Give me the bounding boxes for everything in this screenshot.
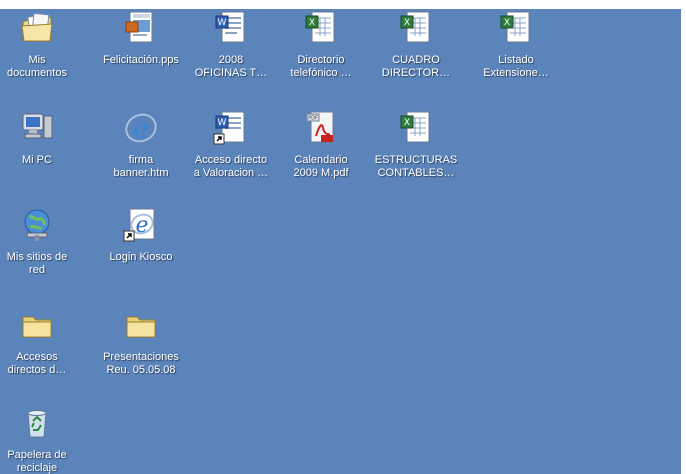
desktop-icon-listado[interactable]: X Listado Extensione… — [472, 8, 560, 80]
svg-text:X: X — [309, 18, 315, 28]
desktop-icon-mis-documentos[interactable]: Mis documentos — [0, 8, 81, 80]
desktop-icon-presentaciones[interactable]: Presentaciones Reu. 05.05.08 — [97, 305, 185, 377]
desktop-icon-directorio[interactable]: X Directorio telefónico … — [277, 8, 365, 80]
desktop[interactable]: Mis documentos Felicitación.pps W 2008 O… — [0, 0, 686, 474]
desktop-icon-cuadro-director[interactable]: X CUADRO DIRECTOR… — [372, 8, 460, 80]
my-documents-icon — [21, 12, 53, 42]
icon-label: Acceso directo a Valoracion … — [193, 154, 269, 179]
icon-label: Login Kiosco — [109, 251, 173, 263]
desktop-icon-felicitacion[interactable]: Felicitación.pps — [97, 8, 185, 67]
desktop-icon-estructuras[interactable]: X ESTRUCTURAS CONTABLES… — [372, 108, 460, 180]
excel-file-icon: X — [305, 11, 335, 43]
recycle-bin-icon — [27, 410, 47, 438]
icon-label: ESTRUCTURAS CONTABLES… — [374, 154, 458, 179]
svg-text:W: W — [218, 18, 227, 28]
icon-label: Mis sitios de red — [6, 251, 68, 276]
svg-text:X: X — [404, 18, 410, 28]
svg-text:PDF: PDF — [308, 116, 318, 122]
svg-text:X: X — [404, 118, 410, 128]
svg-text:W: W — [218, 118, 227, 128]
desktop-icon-oficinas[interactable]: W 2008 OFICINAS T… — [187, 8, 275, 80]
desktop-icon-papelera[interactable]: Papelera de reciclaje — [0, 403, 81, 474]
excel-file-icon: X — [500, 11, 530, 43]
desktop-icon-acceso-valoracion[interactable]: W Acceso directo a Valoracion … — [187, 108, 275, 180]
ie-shortcut-icon: e — [123, 208, 155, 242]
powerpoint-file-icon — [125, 11, 153, 43]
icon-label: Felicitación.pps — [103, 54, 179, 66]
icon-label: Papelera de reciclaje — [7, 449, 67, 474]
icon-label: CUADRO DIRECTOR… — [381, 54, 451, 79]
icon-label: 2008 OFICINAS T… — [194, 54, 268, 79]
icon-label: Mi PC — [22, 154, 52, 166]
icon-label: Calendario 2009 M.pdf — [293, 154, 349, 179]
network-places-icon — [24, 209, 50, 241]
svg-text:X: X — [504, 18, 510, 28]
excel-file-icon: X — [400, 11, 430, 43]
word-document-icon: W — [215, 11, 245, 43]
desktop-icon-accesos-directos[interactable]: Accesos directos d… — [0, 305, 81, 377]
pdf-file-icon: PDF — [306, 111, 334, 143]
desktop-icon-calendario[interactable]: PDF Calendario 2009 M.pdf — [277, 108, 365, 180]
desktop-icon-mi-pc[interactable]: Mi PC — [0, 108, 81, 167]
my-computer-icon — [22, 113, 53, 139]
icon-label: firma banner.htm — [113, 154, 169, 179]
icon-label: Presentaciones Reu. 05.05.08 — [103, 351, 179, 376]
desktop-icon-login-kiosco[interactable]: e Login Kiosco — [97, 205, 185, 264]
right-border — [681, 0, 686, 474]
internet-explorer-icon: e — [125, 112, 157, 145]
svg-text:e: e — [133, 112, 150, 145]
excel-file-icon: X — [400, 111, 430, 143]
desktop-icon-firma-banner[interactable]: e firma banner.htm — [97, 108, 185, 180]
folder-icon — [22, 316, 52, 338]
svg-text:e: e — [135, 213, 148, 238]
folder-icon — [126, 316, 156, 338]
icon-label: Directorio telefónico … — [290, 54, 352, 79]
icon-label: Mis documentos — [7, 54, 67, 79]
desktop-icon-mis-sitios-red[interactable]: Mis sitios de red — [0, 205, 81, 277]
icon-label: Accesos directos d… — [7, 351, 67, 376]
icon-label: Listado Extensione… — [483, 54, 549, 79]
word-shortcut-icon: W — [213, 111, 245, 145]
